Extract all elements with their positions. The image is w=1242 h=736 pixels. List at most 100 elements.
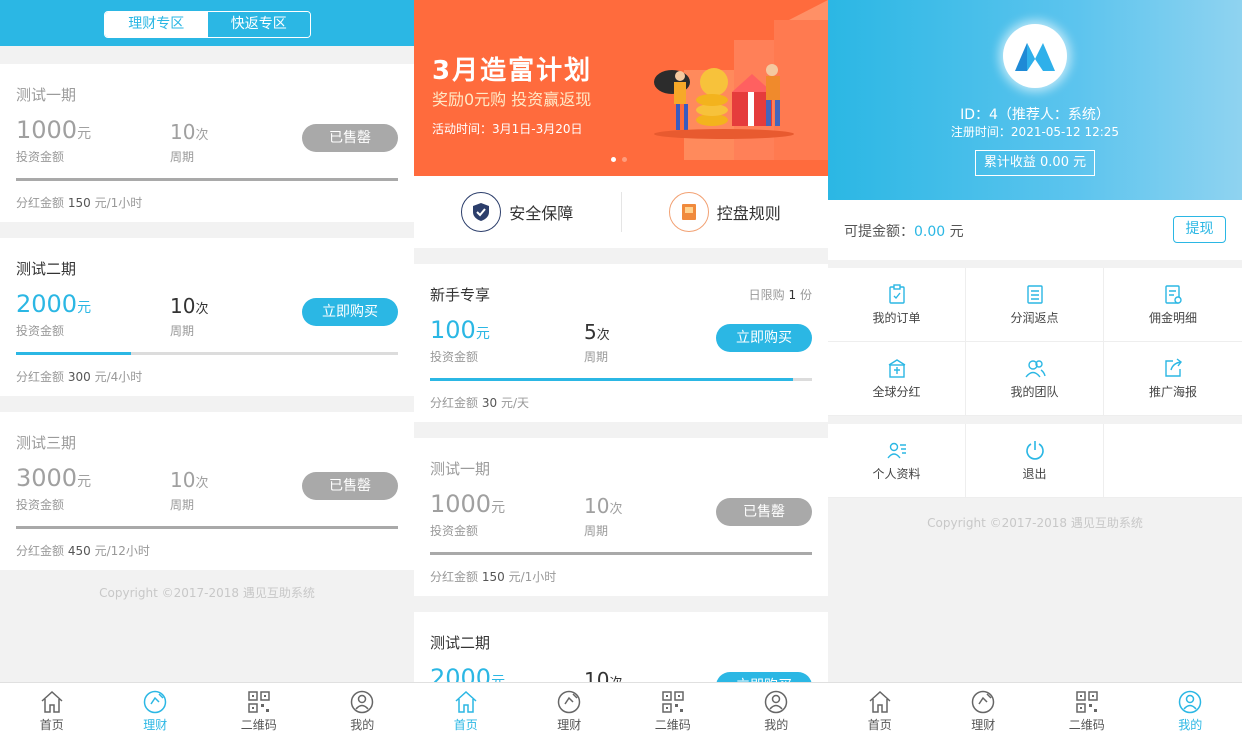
tab-finance[interactable]: 理财 bbox=[104, 683, 208, 736]
dividend-text: 分红金额 150 元/1小时 bbox=[430, 570, 557, 584]
menu-profile[interactable]: 个人资料 bbox=[828, 424, 966, 498]
product-amount: 3000元 bbox=[16, 464, 92, 492]
avatar[interactable] bbox=[1003, 24, 1067, 88]
tab-quick-zone[interactable]: 快返专区 bbox=[207, 12, 310, 37]
product-amount: 1000元 bbox=[16, 116, 92, 144]
menu-global-dividend[interactable]: 全球分红 bbox=[828, 342, 966, 416]
tab-mine[interactable]: 我的 bbox=[1139, 683, 1242, 736]
header-bar: 理财专区 快返专区 bbox=[0, 0, 414, 46]
amount-label: 投资金额 bbox=[430, 524, 479, 538]
product-name: 测试二期 bbox=[16, 260, 77, 278]
amount-label: 投资金额 bbox=[16, 324, 65, 338]
amount-label: 投资金额 bbox=[16, 498, 65, 512]
period-label: 周期 bbox=[170, 150, 195, 164]
screen-profile: ID：4（推荐人：系统） 注册时间：2021-05-12 12:25 累计收益 … bbox=[828, 0, 1242, 736]
carousel-dots[interactable] bbox=[611, 157, 627, 162]
finance-icon bbox=[144, 690, 167, 714]
banner-subtitle: 奖励0元购 投资赢返现 bbox=[432, 90, 592, 109]
menu-logout[interactable]: 退出 bbox=[966, 424, 1104, 498]
progress-bar bbox=[16, 526, 398, 529]
progress-bar bbox=[16, 352, 398, 355]
menu-my-orders[interactable]: 我的订单 bbox=[828, 268, 966, 342]
clipboard-icon bbox=[888, 284, 905, 304]
dividend-text: 分红金额 450 元/12小时 bbox=[16, 544, 150, 558]
product-name: 测试二期 bbox=[430, 634, 491, 652]
buy-now-button[interactable]: 立即购买 bbox=[302, 298, 398, 326]
product-amount: 100元 bbox=[430, 316, 490, 344]
power-icon bbox=[1025, 441, 1044, 460]
bottom-tab-bar: 首页 理财 二维码 我的 bbox=[414, 682, 828, 736]
product-count: 10次 bbox=[170, 294, 209, 318]
dividend-text: 分红金额 300 元/4小时 bbox=[16, 370, 143, 384]
product-card[interactable]: 测试二期 2000元 投资金额 10次 周期 立即购买 分红金额 300 元/4… bbox=[0, 238, 414, 396]
rules-link[interactable]: 控盘规则 bbox=[622, 192, 829, 232]
product-card[interactable]: 测试一期 1000元 投资金额 10次 周期 已售罄 分红金额 150 元/1小… bbox=[0, 64, 414, 222]
sold-out-button[interactable]: 已售罄 bbox=[716, 498, 812, 526]
menu-promo-poster[interactable]: 推广海报 bbox=[1104, 342, 1242, 416]
register-time: 注册时间：2021-05-12 12:25 bbox=[950, 125, 1120, 139]
tab-finance-zone[interactable]: 理财专区 bbox=[105, 12, 208, 37]
tab-home[interactable]: 首页 bbox=[0, 683, 104, 736]
share-icon bbox=[1165, 358, 1182, 377]
tab-home[interactable]: 首页 bbox=[414, 683, 518, 736]
sold-out-button[interactable]: 已售罄 bbox=[302, 124, 398, 152]
finance-icon bbox=[558, 690, 581, 714]
period-label: 周期 bbox=[584, 524, 609, 538]
promo-banner[interactable]: 3月造富计划 奖励0元购 投资赢返现 活动时间：3月1日-3月20日 bbox=[414, 0, 828, 176]
progress-bar bbox=[430, 552, 812, 555]
finance-icon bbox=[972, 690, 995, 714]
product-name: 测试一期 bbox=[16, 86, 77, 104]
dividend-text: 分红金额 30 元/天 bbox=[430, 396, 529, 410]
product-count: 10次 bbox=[170, 468, 209, 492]
user-id: ID：4（推荐人：系统） bbox=[960, 107, 1110, 123]
user-icon bbox=[351, 690, 374, 714]
qrcode-icon bbox=[1076, 691, 1098, 713]
gift-box-icon bbox=[888, 359, 905, 378]
amount-label: 投资金额 bbox=[16, 150, 65, 164]
tab-mine[interactable]: 我的 bbox=[311, 683, 415, 736]
tab-finance[interactable]: 理财 bbox=[932, 683, 1036, 736]
banner-date: 活动时间：3月1日-3月20日 bbox=[432, 122, 583, 136]
list-icon bbox=[1026, 285, 1043, 304]
profile-header: ID：4（推荐人：系统） 注册时间：2021-05-12 12:25 累计收益 … bbox=[828, 0, 1242, 200]
sold-out-button[interactable]: 已售罄 bbox=[302, 472, 398, 500]
menu-commission[interactable]: 佣金明细 bbox=[1104, 268, 1242, 342]
product-card[interactable]: 测试一期 1000元 投资金额 10次 周期 已售罄 分红金额 150 元/1小… bbox=[414, 438, 828, 596]
product-card[interactable]: 测试三期 3000元 投资金额 10次 周期 已售罄 分红金额 450 元/12… bbox=[0, 412, 414, 570]
safety-link[interactable]: 安全保障 bbox=[414, 192, 621, 232]
user-icon bbox=[765, 690, 788, 714]
menu-my-team[interactable]: 我的团队 bbox=[966, 342, 1104, 416]
menu-empty-cell bbox=[1104, 424, 1242, 498]
home-icon bbox=[869, 690, 891, 713]
qrcode-icon bbox=[662, 691, 684, 713]
tab-mine[interactable]: 我的 bbox=[725, 683, 829, 736]
withdraw-button[interactable]: 提现 bbox=[1173, 216, 1226, 243]
menu-profit-share[interactable]: 分润返点 bbox=[966, 268, 1104, 342]
product-name: 新手专享 bbox=[430, 286, 491, 304]
bottom-tab-bar: 首页 理财 二维码 我的 bbox=[828, 682, 1242, 736]
tab-qrcode[interactable]: 二维码 bbox=[621, 683, 725, 736]
buy-now-button[interactable]: 立即购买 bbox=[716, 324, 812, 352]
tab-qrcode[interactable]: 二维码 bbox=[1035, 683, 1139, 736]
tab-home[interactable]: 首页 bbox=[828, 683, 932, 736]
progress-bar bbox=[16, 178, 398, 181]
withdrawable-amount: 可提金额：0.00 元 bbox=[844, 224, 964, 240]
brand-logo-icon bbox=[1015, 43, 1055, 71]
product-count: 5次 bbox=[584, 320, 610, 344]
copyright: Copyright ©2017-2018 遇见互助系统 bbox=[927, 516, 1143, 530]
product-amount: 1000元 bbox=[430, 490, 506, 518]
product-amount: 2000元 bbox=[16, 290, 92, 318]
progress-bar bbox=[430, 378, 812, 381]
period-label: 周期 bbox=[170, 498, 195, 512]
withdraw-row: 可提金额：0.00 元 提现 bbox=[828, 200, 1242, 260]
tab-qrcode[interactable]: 二维码 bbox=[207, 683, 311, 736]
newbie-product-card[interactable]: 新手专享 日限购 1 份 100元 投资金额 5次 周期 立即购买 分红金额 3… bbox=[414, 264, 828, 422]
id-card-icon bbox=[886, 442, 906, 459]
book-icon bbox=[668, 192, 709, 232]
product-count: 10次 bbox=[584, 494, 623, 518]
qrcode-icon bbox=[248, 691, 270, 713]
period-label: 周期 bbox=[584, 350, 609, 364]
screen-invest-list: 理财专区 快返专区 测试一期 1000元 投资金额 10次 周期 已售罄 分红金… bbox=[0, 0, 414, 736]
tab-finance[interactable]: 理财 bbox=[518, 683, 622, 736]
feature-row: 安全保障 控盘规则 bbox=[414, 176, 828, 248]
